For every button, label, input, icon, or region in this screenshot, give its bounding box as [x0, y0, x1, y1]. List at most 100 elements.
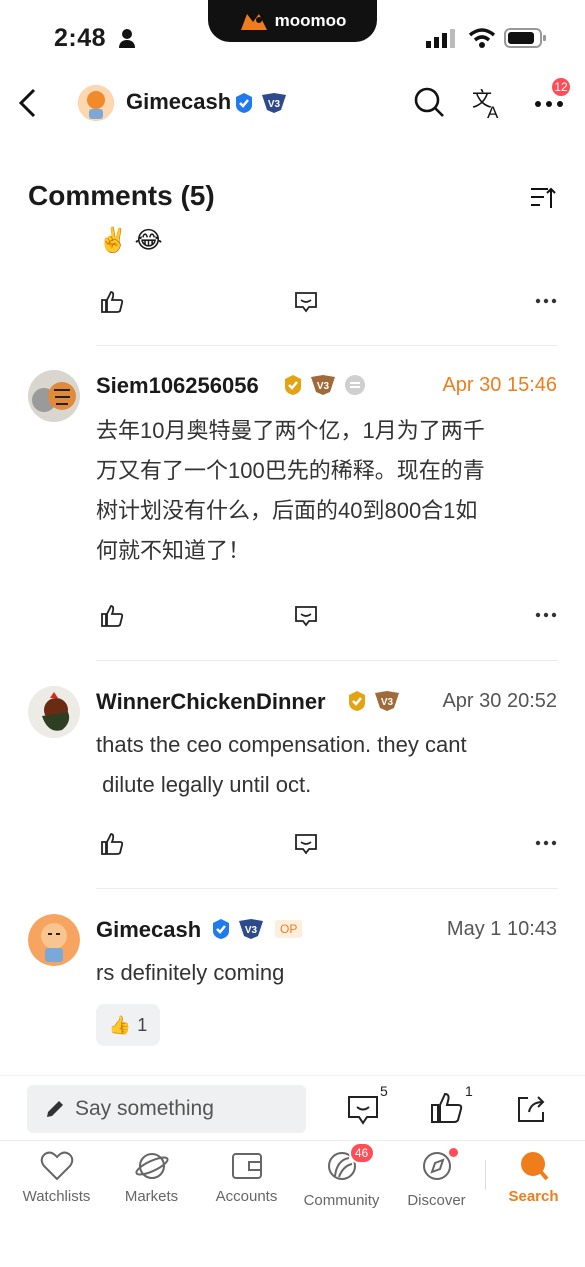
- level-badge-icon: V3: [311, 375, 335, 395]
- svg-text:V3: V3: [245, 925, 258, 936]
- svg-text:V3: V3: [268, 99, 281, 110]
- tab-community[interactable]: 46 Community: [294, 1142, 389, 1209]
- avatar[interactable]: [28, 370, 80, 422]
- battery-icon: [504, 28, 546, 48]
- reply-icon[interactable]: [294, 832, 318, 856]
- search-icon: [520, 1152, 549, 1181]
- gold-badge-icon: [349, 691, 365, 711]
- comment-date: Apr 30 15:46: [442, 374, 557, 396]
- reply-icon[interactable]: [294, 604, 318, 628]
- translate-icon[interactable]: 文A: [472, 86, 508, 120]
- tab-markets[interactable]: Markets: [104, 1150, 199, 1205]
- svg-text:V3: V3: [381, 697, 394, 708]
- tab-search[interactable]: Search: [486, 1150, 581, 1205]
- tab-watchlists[interactable]: Watchlists: [9, 1150, 104, 1205]
- comment-count: 5: [380, 1083, 388, 1099]
- divider: [96, 660, 558, 661]
- comment-icon[interactable]: [347, 1094, 379, 1126]
- svg-text:A: A: [487, 103, 499, 120]
- thumbs-up-icon: 👍: [108, 1014, 132, 1035]
- tab-accounts[interactable]: Accounts: [199, 1150, 294, 1205]
- like-icon[interactable]: [100, 290, 124, 314]
- app-notch: moomoo: [208, 0, 377, 42]
- header-username[interactable]: Gimecash: [126, 89, 231, 115]
- tab-label: Search: [508, 1188, 559, 1205]
- like-icon[interactable]: [100, 604, 124, 628]
- comment-text-line: 树计划没有什么，后面的40到800合1如: [96, 498, 478, 523]
- comment-date: May 1 10:43: [446, 918, 557, 940]
- cellular-signal-icon: [426, 29, 455, 48]
- more-menu-button[interactable]: 12: [534, 76, 572, 118]
- heart-icon: [40, 1151, 73, 1181]
- avatar[interactable]: [28, 914, 80, 966]
- comment-text: rs definitely coming: [96, 960, 285, 985]
- more-icon[interactable]: [535, 297, 557, 305]
- pencil-icon: [47, 1101, 63, 1117]
- comment-text-line: 万又有了一个100巴先的稀释。现在的青: [96, 458, 485, 483]
- tab-label: Discover: [407, 1192, 466, 1209]
- community-badge: 46: [348, 1142, 375, 1164]
- notification-badge: 12: [550, 76, 572, 98]
- emoji-text: ✌️ 😂: [98, 227, 163, 254]
- comments-title: Comments (5): [28, 180, 215, 211]
- tiger-avatar-icon: [28, 914, 80, 966]
- tiger-cat-avatar-icon: [28, 370, 80, 422]
- more-icon[interactable]: [535, 611, 557, 619]
- community-icon-wrap: 46: [325, 1142, 375, 1186]
- moomoo-logo-icon: [240, 14, 267, 30]
- person-icon: [119, 29, 135, 48]
- tab-label: Community: [303, 1192, 380, 1209]
- like-count: 1: [465, 1083, 473, 1099]
- wallet-icon: [231, 1153, 262, 1179]
- search-icon[interactable]: [413, 86, 445, 120]
- svg-text:V3: V3: [317, 381, 330, 392]
- comment-text: 去年10月奥特曼了两个亿，1月为了两千 万又有了一个100巴先的稀释。现在的青 …: [96, 411, 566, 571]
- back-icon[interactable]: [16, 88, 40, 118]
- gold-badge-icon: [285, 375, 301, 395]
- discover-icon-wrap: [420, 1148, 458, 1186]
- like-icon[interactable]: [430, 1092, 464, 1124]
- level-v3-badge-icon: V3: [262, 93, 286, 113]
- tiger-avatar-icon: [78, 85, 114, 121]
- tab-label: Watchlists: [22, 1188, 91, 1205]
- level-badge-icon: V3: [375, 691, 399, 711]
- reaction-count: 1: [137, 1014, 148, 1035]
- status-icon: [345, 375, 365, 395]
- planet-icon: [134, 1153, 169, 1179]
- tab-discover[interactable]: Discover: [389, 1148, 484, 1209]
- reaction-chip[interactable]: 👍 1: [96, 1004, 160, 1046]
- share-icon[interactable]: [516, 1094, 546, 1124]
- comment-text-line: 去年10月奥特曼了两个亿，1月为了两千: [96, 418, 485, 443]
- level-v3-badge-icon: V3: [239, 919, 263, 939]
- comment-text-line: thats the ceo compensation. they cant: [96, 732, 467, 757]
- status-time: 2:48: [54, 24, 107, 52]
- comment-text-line: 何就不知道了！: [96, 538, 251, 563]
- comment-input-placeholder: Say something: [75, 1097, 214, 1120]
- divider: [0, 1075, 585, 1076]
- comment-text-line: dilute legally until oct.: [96, 772, 312, 797]
- comment-username[interactable]: Gimecash: [96, 917, 201, 943]
- wifi-icon: [468, 28, 496, 48]
- compass-icon: [422, 1152, 451, 1180]
- tab-label: Accounts: [215, 1188, 278, 1205]
- comment-text: thats the ceo compensation. they cant di…: [96, 725, 566, 805]
- comment-username[interactable]: Siem106256056: [96, 373, 259, 399]
- rooster-avatar-icon: [28, 686, 80, 738]
- comment-username[interactable]: WinnerChickenDinner: [96, 689, 326, 715]
- reply-icon[interactable]: [294, 290, 318, 314]
- avatar[interactable]: [28, 686, 80, 738]
- verified-icon: [236, 93, 252, 113]
- brand-name: moomoo: [274, 11, 347, 30]
- op-tag: OP: [275, 920, 303, 938]
- sort-icon[interactable]: [530, 186, 556, 210]
- more-icon[interactable]: [535, 839, 557, 847]
- divider: [96, 888, 558, 889]
- avatar[interactable]: [78, 85, 114, 121]
- comment-date: Apr 30 20:52: [442, 690, 557, 712]
- discover-dot: [448, 1148, 458, 1157]
- comment-input[interactable]: Say something: [27, 1085, 306, 1133]
- divider: [96, 345, 558, 346]
- tab-label: Markets: [124, 1188, 179, 1205]
- like-icon[interactable]: [100, 832, 124, 856]
- verified-icon: [213, 919, 229, 939]
